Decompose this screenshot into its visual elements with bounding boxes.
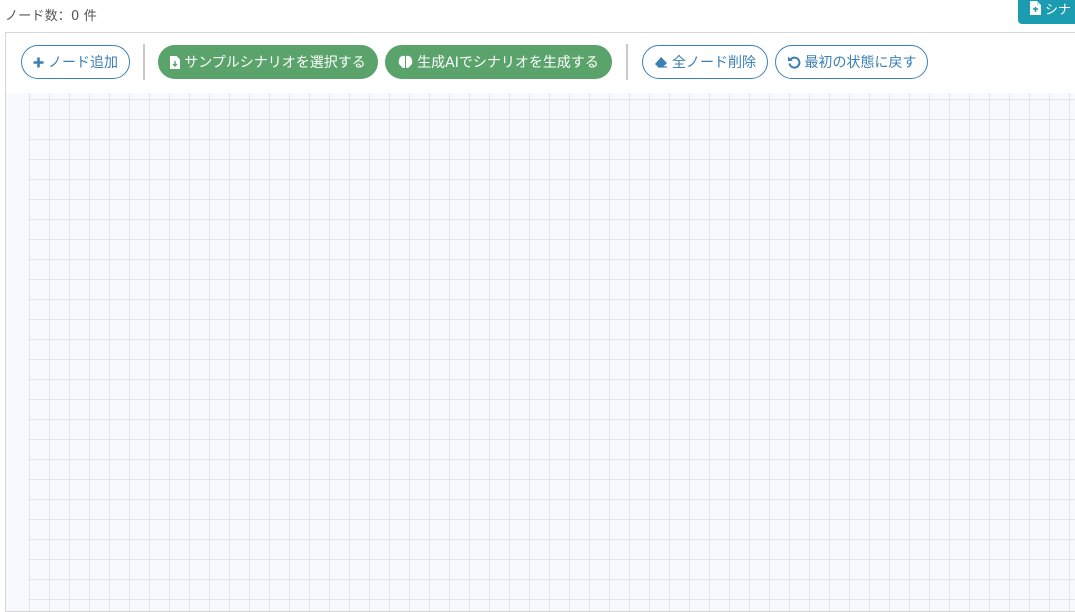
- file-download-icon: [170, 55, 181, 69]
- node-canvas[interactable]: [28, 93, 1075, 611]
- delete-all-label: 全ノード削除: [672, 55, 756, 71]
- file-import-icon: [1029, 1, 1041, 15]
- scenario-button[interactable]: シナ: [1018, 0, 1075, 24]
- editor-panel: ノード追加 サンプルシナリオを選択する 生成AIでシナリオを生成する 全ノード削…: [5, 32, 1075, 612]
- reset-label: 最初の状態に戻す: [804, 55, 917, 71]
- add-node-button[interactable]: ノード追加: [21, 45, 130, 79]
- delete-all-nodes-button[interactable]: 全ノード削除: [642, 45, 768, 79]
- eraser-icon: [654, 56, 668, 68]
- reset-button[interactable]: 最初の状態に戻す: [775, 45, 928, 79]
- toolbar-divider: [626, 44, 628, 80]
- canvas-gutter: [6, 93, 29, 611]
- select-sample-button[interactable]: サンプルシナリオを選択する: [158, 45, 378, 79]
- toolbar-divider: [143, 44, 145, 80]
- add-node-label: ノード追加: [48, 55, 118, 71]
- node-count-label: ノード数：0 件: [5, 9, 98, 24]
- plus-icon: [33, 57, 44, 68]
- select-sample-label: サンプルシナリオを選択する: [184, 55, 366, 71]
- undo-icon: [787, 55, 801, 69]
- scenario-button-label: シナ: [1045, 2, 1072, 18]
- generate-ai-button[interactable]: 生成AIでシナリオを生成する: [385, 45, 612, 79]
- generate-ai-label: 生成AIでシナリオを生成する: [417, 55, 599, 71]
- toolbar: ノード追加 サンプルシナリオを選択する 生成AIでシナリオを生成する 全ノード削…: [6, 33, 1075, 94]
- brain-icon: [398, 55, 413, 69]
